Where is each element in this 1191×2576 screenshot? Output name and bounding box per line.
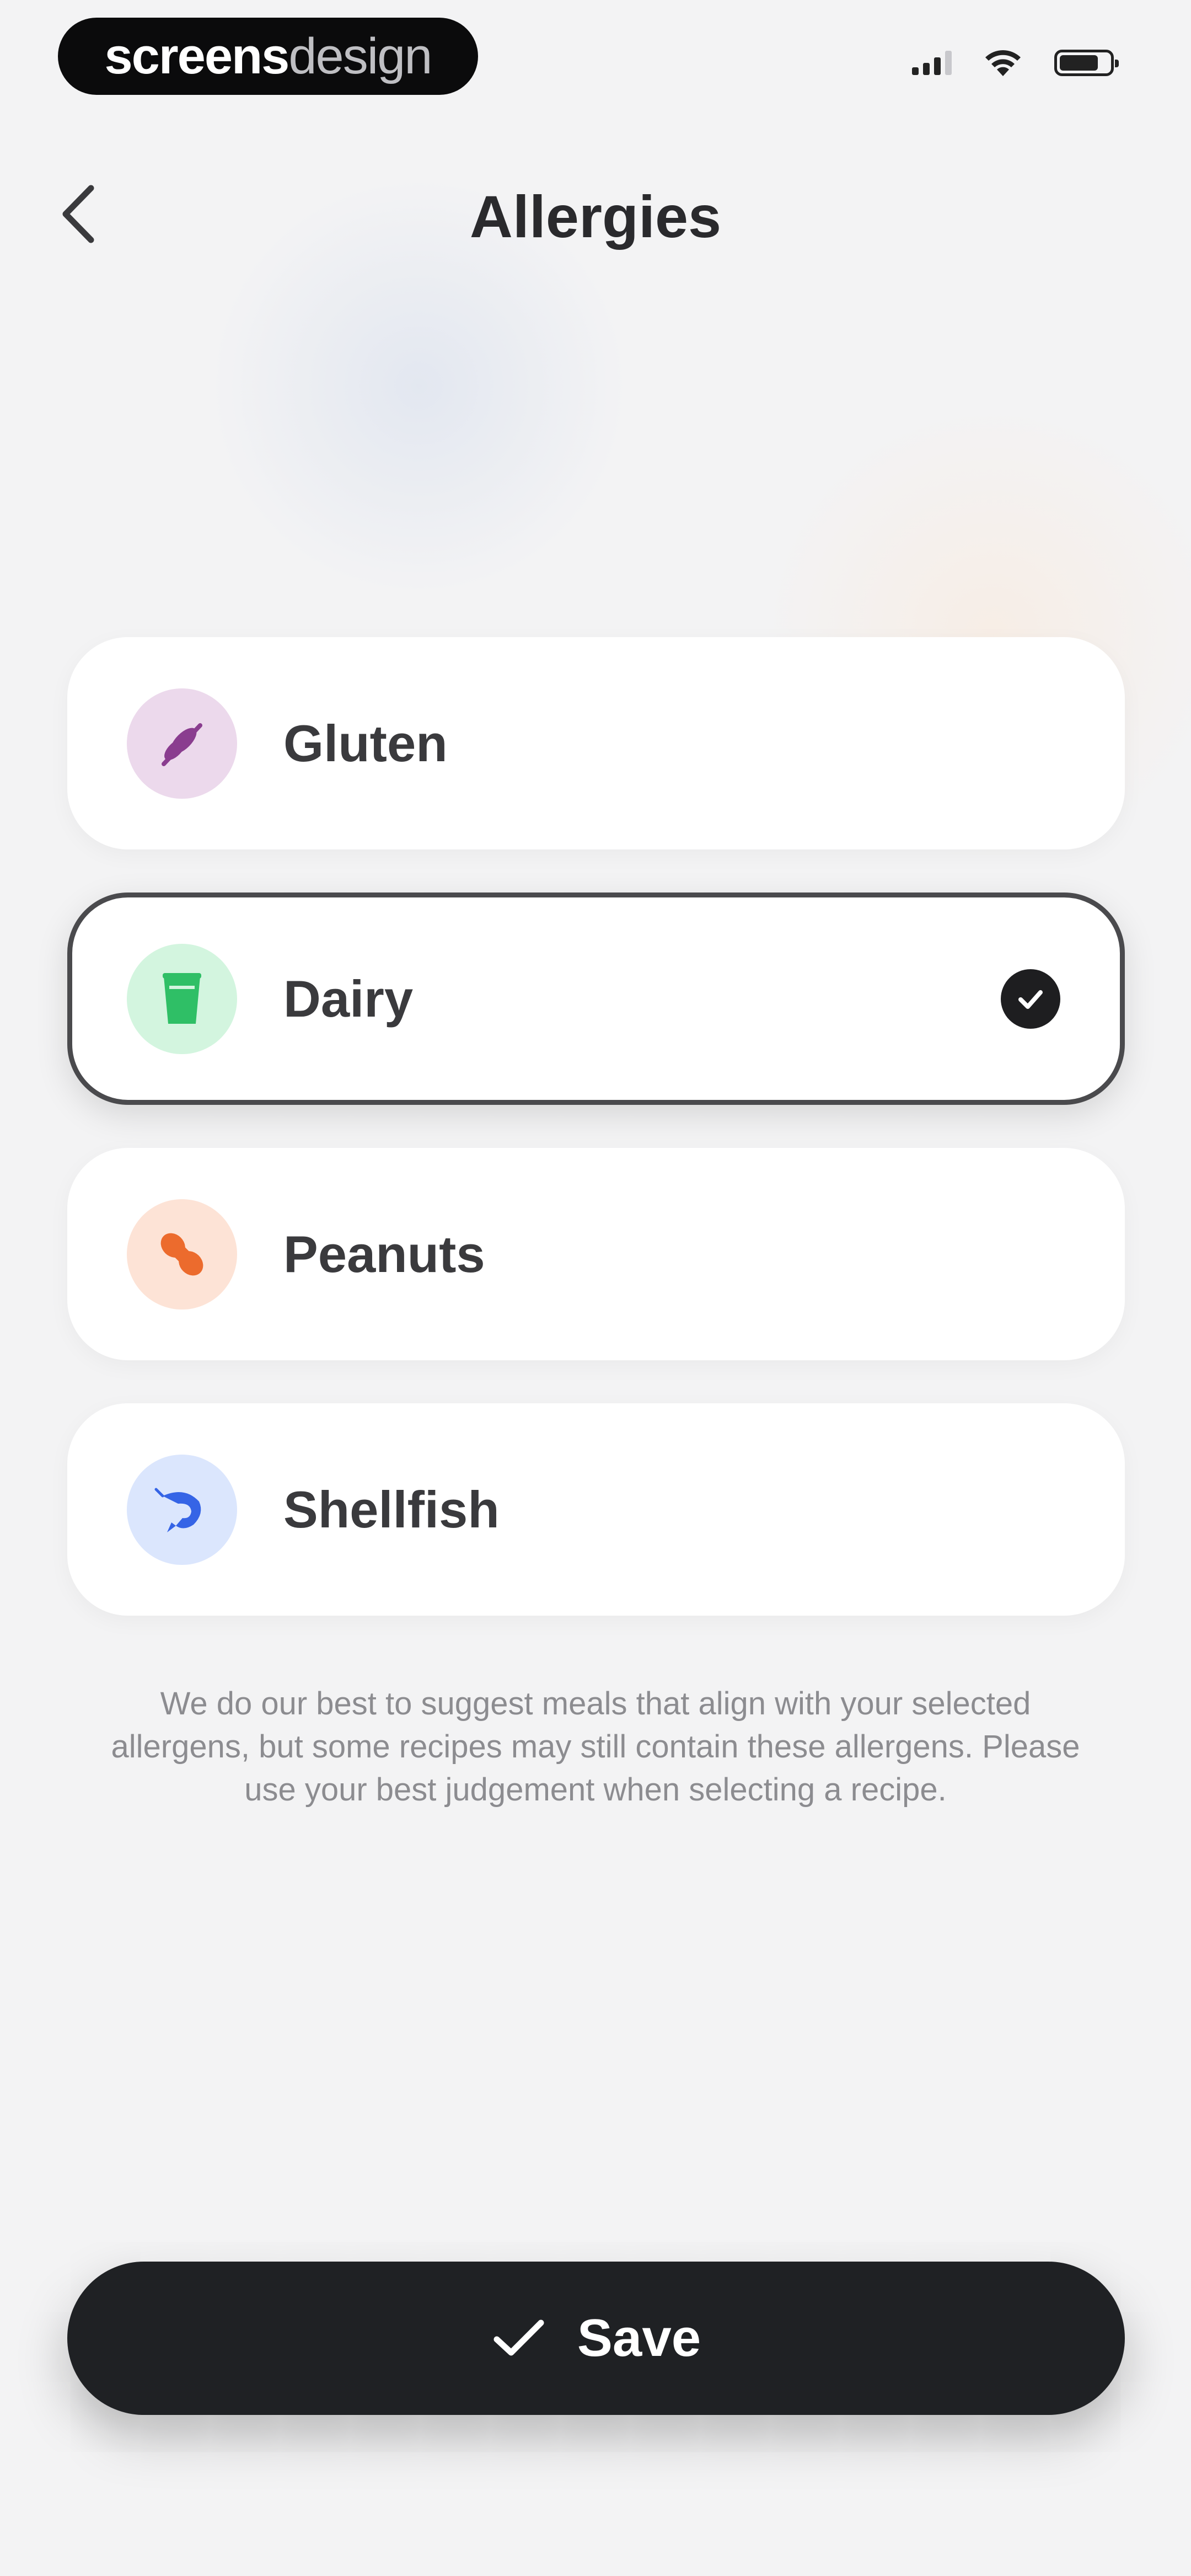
brand-light-text: design (288, 28, 432, 84)
save-button-label: Save (577, 2308, 701, 2367)
allergies-screen: screens design Allergies Gluten Dairy Pe… (0, 0, 1191, 2576)
save-button[interactable]: Save (67, 2262, 1125, 2415)
gluten-icon-circle (127, 688, 237, 799)
selected-check-icon (1001, 969, 1060, 1029)
allergy-label: Peanuts (283, 1225, 485, 1283)
allergy-label: Shellfish (283, 1480, 500, 1538)
checkmark-icon (493, 2320, 544, 2356)
checkmark-icon (1018, 990, 1043, 1009)
peanut-icon (160, 1233, 203, 1275)
signal-icon (912, 51, 952, 75)
wheat-icon (162, 723, 202, 766)
status-icons (912, 49, 1119, 77)
allergy-option-dairy[interactable]: Dairy (67, 892, 1125, 1105)
allergy-label: Gluten (283, 714, 448, 772)
allergy-option-gluten[interactable]: Gluten (67, 637, 1125, 849)
brand-watermark: screens design (58, 18, 478, 95)
allergy-list: Gluten Dairy Peanuts Shellfish (67, 637, 1125, 1659)
battery-icon (1054, 50, 1119, 76)
peanuts-icon-circle (127, 1199, 237, 1310)
allergy-option-peanuts[interactable]: Peanuts (67, 1148, 1125, 1360)
brand-bold-text: screens (104, 28, 290, 84)
shellfish-icon-circle (127, 1454, 237, 1565)
dairy-icon-circle (127, 943, 237, 1054)
allergy-label: Dairy (283, 969, 414, 1028)
allergen-disclaimer: We do our best to suggest meals that ali… (111, 1686, 1080, 1808)
milk-glass-icon (163, 972, 201, 1024)
shrimp-icon (154, 1488, 201, 1532)
allergy-option-shellfish[interactable]: Shellfish (67, 1403, 1125, 1616)
page-title: Allergies (469, 183, 722, 250)
wifi-icon (985, 50, 1021, 76)
